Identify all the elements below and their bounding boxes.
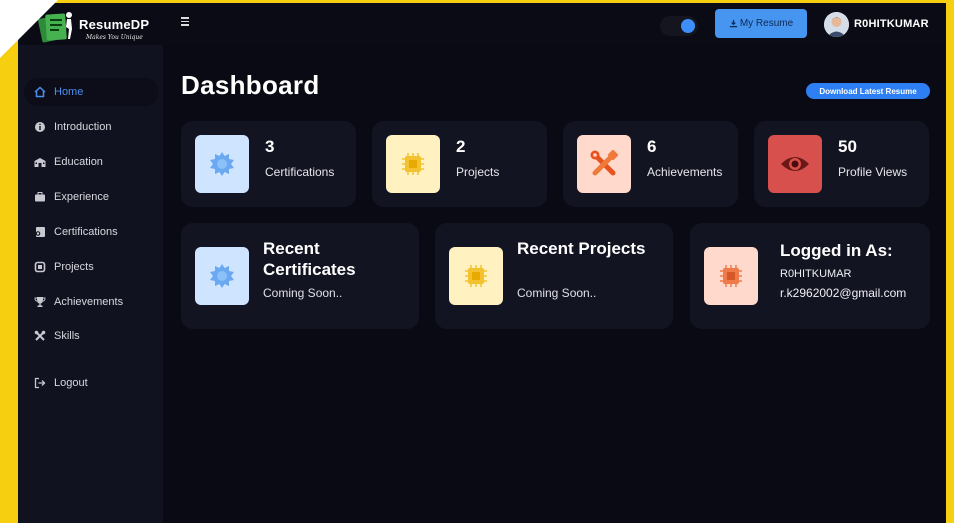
avatar-person-icon: [824, 11, 849, 37]
card-tile: [449, 247, 503, 305]
stat-value: 50: [838, 137, 857, 156]
frame-corner: [0, 0, 58, 58]
chip-icon: [465, 265, 487, 287]
stat-card-profile-views[interactable]: 50 Profile Views: [754, 121, 929, 207]
recent-certificates-card[interactable]: Recent Certificates Coming Soon..: [181, 223, 419, 329]
stat-tile: [386, 135, 440, 193]
school-icon: [33, 155, 47, 169]
tools-icon: [590, 149, 619, 176]
top-bar: ResumeDP Makes You Unique My Resume R0HI…: [18, 3, 946, 45]
gear-icon: [210, 264, 234, 288]
download-icon: [729, 19, 737, 28]
stat-label: Certifications: [265, 165, 335, 179]
project-icon: [33, 260, 47, 274]
my-resume-label: My Resume: [739, 18, 794, 29]
info-icon: [33, 120, 47, 134]
card-title: Recent Projects: [517, 239, 646, 258]
sidebar-item-label: Logout: [54, 377, 88, 389]
sidebar-item-label: Achievements: [54, 296, 124, 308]
sidebar-item-label: Skills: [54, 330, 80, 342]
briefcase-icon: [33, 190, 47, 204]
trophy-icon: [33, 295, 47, 309]
stat-card-certifications[interactable]: 3 Certifications: [181, 121, 356, 207]
main-content: Dashboard Download Latest Resume 3 Certi…: [163, 45, 946, 523]
page-title: Dashboard: [181, 70, 320, 100]
stat-label: Projects: [456, 165, 500, 179]
stat-tile: [577, 135, 631, 193]
card-status: Coming Soon..: [263, 286, 343, 300]
sidebar-item-label: Certifications: [54, 226, 118, 238]
card-title: Logged in As:: [780, 241, 893, 260]
user-name: R0HITKUMAR: [854, 18, 929, 30]
logout-icon: [33, 376, 47, 390]
eye-icon: [781, 157, 809, 171]
card-tile: [704, 247, 758, 305]
stat-value: 3: [265, 137, 275, 156]
sidebar-item-certifications[interactable]: Certifications: [24, 218, 159, 246]
chip-icon: [402, 153, 424, 175]
theme-toggle[interactable]: [660, 16, 698, 36]
stat-value: 6: [647, 137, 657, 156]
app-screen: ResumeDP Makes You Unique My Resume R0HI…: [18, 3, 946, 523]
gear-icon: [210, 152, 234, 176]
sidebar-item-label: Home: [54, 86, 84, 98]
recent-projects-card[interactable]: Recent Projects Coming Soon..: [435, 223, 673, 329]
sidebar-item-achievements[interactable]: Achievements: [24, 288, 159, 316]
stat-card-projects[interactable]: 2 Projects: [372, 121, 547, 207]
sidebar-item-label: Projects: [54, 261, 94, 273]
logged-in-email: r.k2962002@gmail.com: [780, 286, 907, 300]
stat-tile: [768, 135, 822, 193]
sidebar-item-education[interactable]: Education: [24, 148, 159, 176]
sidebar-item-logout[interactable]: Logout: [24, 369, 159, 397]
download-resume-button[interactable]: Download Latest Resume: [806, 83, 930, 99]
sidebar-item-projects[interactable]: Projects: [24, 253, 159, 281]
stat-label: Profile Views: [838, 165, 908, 179]
stat-value: 2: [456, 137, 466, 156]
home-icon: [33, 85, 47, 99]
sidebar-item-skills[interactable]: Skills: [24, 322, 159, 350]
sidebar: Home Introduction Education Experience C…: [18, 45, 163, 523]
card-title: Recent Certificates: [263, 239, 356, 279]
logged-in-card: Logged in As: R0HITKUMAR r.k2962002@gmai…: [690, 223, 930, 329]
chip-icon: [720, 265, 742, 287]
sidebar-item-introduction[interactable]: Introduction: [24, 113, 159, 141]
card-tile: [195, 247, 249, 305]
stat-label: Achievements: [647, 165, 723, 179]
toggle-knob: [681, 19, 695, 33]
stat-card-achievements[interactable]: 6 Achievements: [563, 121, 738, 207]
tools-icon: [33, 329, 47, 343]
sidebar-item-experience[interactable]: Experience: [24, 183, 159, 211]
brand-name: ResumeDP: [79, 17, 150, 32]
user-menu[interactable]: R0HITKUMAR: [824, 11, 929, 37]
sidebar-item-home[interactable]: Home: [24, 78, 159, 106]
sidebar-item-label: Education: [54, 156, 103, 168]
sidebar-item-label: Introduction: [54, 121, 112, 133]
avatar: [824, 11, 849, 37]
brand-tagline: Makes You Unique: [86, 34, 143, 41]
logged-in-username: R0HITKUMAR: [780, 268, 852, 280]
stat-tile: [195, 135, 249, 193]
sidebar-item-label: Experience: [54, 191, 110, 203]
card-status: Coming Soon..: [517, 286, 597, 300]
certificate-icon: [33, 225, 47, 239]
menu-icon[interactable]: [181, 17, 191, 27]
my-resume-button[interactable]: My Resume: [715, 9, 807, 38]
